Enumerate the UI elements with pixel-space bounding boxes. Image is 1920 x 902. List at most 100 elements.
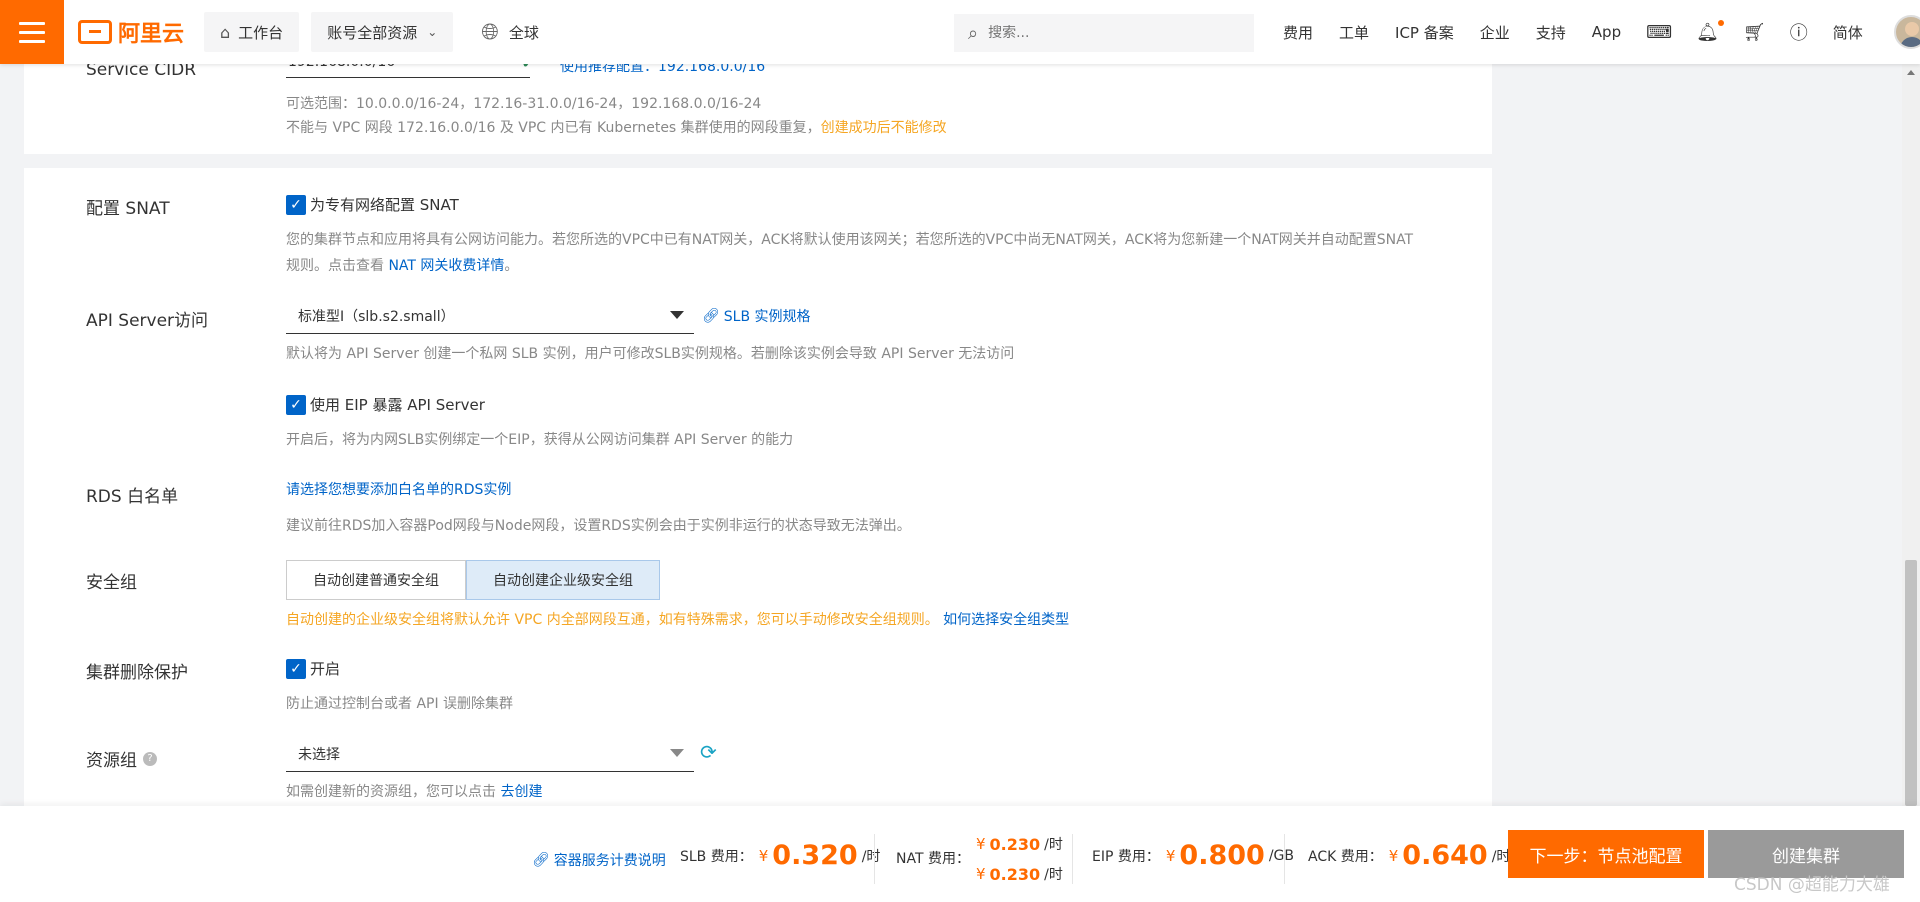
aliyun-logo-mark <box>78 20 112 44</box>
security-group-hint: 自动创建的企业级安全组将默认允许 VPC 内全部网段互通，如有特殊需求，您可以手… <box>286 608 1069 632</box>
security-group-help-link[interactable]: 如何选择安全组类型 <box>943 612 1069 628</box>
delete-protect-checkbox[interactable]: ✓ 开启 <box>286 658 340 679</box>
eip-checkbox[interactable]: ✓ 使用 EIP 暴露 API Server <box>286 394 485 415</box>
eip-fee: EIP 费用： ¥ 0.800 /GB <box>1092 840 1294 871</box>
resources-label: 账号全部资源 <box>327 23 418 42</box>
normal-security-group-option[interactable]: 自动创建普通安全组 <box>286 560 466 600</box>
cidr-range-hint: 可选范围：10.0.0.0/16-24，172.16-31.0.0/16-24，… <box>286 96 762 112</box>
hamburger-menu-icon[interactable] <box>0 0 64 64</box>
aliyun-logo[interactable]: 阿里云 <box>78 16 184 48</box>
scroll-up-icon[interactable] <box>1907 70 1915 75</box>
cart-icon[interactable]: 🛒︎ <box>1743 22 1766 43</box>
enterprise-security-group-option[interactable]: 自动创建企业级安全组 <box>466 560 660 600</box>
nat-fee-2-unit: /时 <box>1044 867 1063 883</box>
snat-checkbox-label: 为专有网络配置 SNAT <box>310 196 459 214</box>
nat-fee-1-currency: ¥ <box>976 835 986 853</box>
vertical-scrollbar[interactable] <box>1902 64 1920 806</box>
language-switch[interactable]: 简体 <box>1833 22 1863 43</box>
cidr-conflict-text: 不能与 VPC 网段 172.16.0.0/16 及 VPC 内已有 Kuber… <box>286 120 821 136</box>
checkbox-checked-icon: ✓ <box>286 394 306 415</box>
security-group-selector: 自动创建普通安全组 自动创建企业级安全组 <box>286 560 660 600</box>
security-group-label: 安全组 <box>86 573 137 593</box>
bell-icon[interactable]: 🔔︎ <box>1696 19 1724 43</box>
nat-fee-label: NAT 费用： <box>896 851 970 867</box>
billing-link-label: 容器服务计费说明 <box>553 853 666 869</box>
slb-fee-currency: ¥ <box>758 846 769 865</box>
resource-group-label-text: 资源组 <box>86 751 137 771</box>
nat-fee-1-unit: /时 <box>1044 837 1063 853</box>
search-input[interactable] <box>988 25 1229 41</box>
api-server-select[interactable]: 标准型I（slb.s2.small） <box>286 298 694 334</box>
divider <box>1284 834 1285 884</box>
nav-support[interactable]: 支持 <box>1536 22 1566 43</box>
nat-fee-1: ¥ 0.230 /时 <box>970 834 1063 854</box>
help-icon[interactable]: ⓘ <box>1790 19 1808 45</box>
api-server-selected: 标准型I（slb.s2.small） <box>298 308 455 325</box>
checkbox-checked-icon: ✓ <box>286 658 306 679</box>
slb-spec-link[interactable]: 🔗︎ SLB 实例规格 <box>702 306 811 326</box>
snat-checkbox[interactable]: ✓ 为专有网络配置 SNAT <box>286 194 459 215</box>
resource-group-desc: 如需创建新的资源组，您可以点击 去创建 <box>286 780 542 804</box>
search-box[interactable]: ⌕ <box>954 14 1254 52</box>
divider <box>874 834 875 884</box>
ack-fee: ACK 费用： ¥ 0.640 /时 <box>1308 840 1510 871</box>
nav-tickets[interactable]: 工单 <box>1339 22 1369 43</box>
resources-dropdown[interactable]: 账号全部资源 ⌄ <box>311 12 454 52</box>
billing-link[interactable]: 🔗︎ 容器服务计费说明 <box>532 850 666 870</box>
terminal-icon[interactable]: ⌨ <box>1646 22 1672 43</box>
cidr-conflict-hint: 不能与 VPC 网段 172.16.0.0/16 及 VPC 内已有 Kuber… <box>286 116 947 140</box>
nat-fee-2: ¥ 0.230 /时 <box>970 864 1063 884</box>
home-icon: ⌂ <box>220 22 231 42</box>
workbench-label: 工作台 <box>238 23 284 42</box>
nav-enterprise[interactable]: 企业 <box>1480 22 1510 43</box>
nat-fee-2-value: 0.230 <box>989 864 1041 884</box>
ack-fee-label: ACK 费用： <box>1308 848 1383 865</box>
nav-fees[interactable]: 费用 <box>1283 22 1313 43</box>
security-group-warn: 自动创建的企业级安全组将默认允许 VPC 内全部网段互通，如有特殊需求，您可以手… <box>286 612 939 628</box>
resource-group-desc-pre: 如需创建新的资源组，您可以点击 <box>286 784 501 800</box>
rds-label: RDS 白名单 <box>86 487 179 507</box>
chevron-down-icon: ⌄ <box>427 25 438 39</box>
nat-pricing-link[interactable]: NAT 网关收费详情 <box>388 258 504 274</box>
create-resource-group-link[interactable]: 去创建 <box>500 784 542 800</box>
nav-icp[interactable]: ICP 备案 <box>1395 22 1454 43</box>
eip-fee-currency: ¥ <box>1165 846 1176 865</box>
eip-fee-unit: /GB <box>1268 847 1294 864</box>
link-icon: 🔗︎ <box>702 308 720 324</box>
ack-fee-currency: ¥ <box>1388 846 1399 865</box>
nat-fee-1-value: 0.230 <box>989 834 1041 854</box>
next-step-button[interactable]: 下一步：节点池配置 <box>1508 830 1704 878</box>
resource-group-selected: 未选择 <box>298 746 340 763</box>
ack-fee-value: 0.640 <box>1402 840 1488 871</box>
scrollbar-thumb[interactable] <box>1905 560 1917 806</box>
delete-protect-desc: 防止通过控制台或者 API 误删除集群 <box>286 696 514 712</box>
resource-group-label: 资源组 ? <box>86 746 157 771</box>
top-navbar: 阿里云 ⌂ 工作台 账号全部资源 ⌄ 🌐︎ 全球 ⌕ 费用 工单 ICP 备案 … <box>0 0 1920 64</box>
nav-app[interactable]: App <box>1592 23 1621 41</box>
snat-label: 配置 SNAT <box>86 199 170 219</box>
rds-select-link[interactable]: 请选择您想要添加白名单的RDS实例 <box>286 478 511 502</box>
checkbox-checked-icon: ✓ <box>286 194 306 215</box>
cidr-conflict-warn: 创建成功后不能修改 <box>820 120 947 136</box>
link-icon: 🔗︎ <box>532 852 550 868</box>
fee-footer: 🔗︎ 容器服务计费说明 SLB 费用： ¥ 0.320 /时 NAT 费用： ¥… <box>0 806 1920 902</box>
region-label: 全球 <box>508 23 539 42</box>
snat-desc2-pre: 规则。点击查看 <box>286 258 389 274</box>
caret-down-icon <box>670 311 684 319</box>
api-server-desc: 默认将为 API Server 创建一个私网 SLB 实例，用户可修改SLB实例… <box>286 346 1015 362</box>
snat-desc-line1: 您的集群节点和应用将具有公网访问能力。若您所选的VPC中已有NAT网关，ACK将… <box>286 232 1414 248</box>
api-server-label: API Server访问 <box>86 311 209 331</box>
user-avatar[interactable] <box>1893 15 1920 49</box>
notification-dot <box>1717 19 1724 26</box>
region-selector[interactable]: 🌐︎ 全球 <box>481 20 539 45</box>
eip-fee-label: EIP 费用： <box>1092 848 1160 865</box>
delete-protect-label: 集群删除保护 <box>86 663 188 683</box>
workbench-button[interactable]: ⌂ 工作台 <box>204 12 300 52</box>
caret-down-icon <box>670 749 684 757</box>
question-icon[interactable]: ? <box>143 751 157 766</box>
refresh-icon[interactable]: ⟳ <box>700 740 717 764</box>
cidr-panel: Service CIDR 192.168.0.0/16 ✔ 使用推荐配置：192… <box>24 52 1492 154</box>
resource-group-select[interactable]: 未选择 <box>286 736 694 772</box>
eip-desc: 开启后，将为内网SLB实例绑定一个EIP，获得从公网访问集群 API Serve… <box>286 432 794 448</box>
slb-fee: SLB 费用： ¥ 0.320 /时 <box>680 840 880 871</box>
